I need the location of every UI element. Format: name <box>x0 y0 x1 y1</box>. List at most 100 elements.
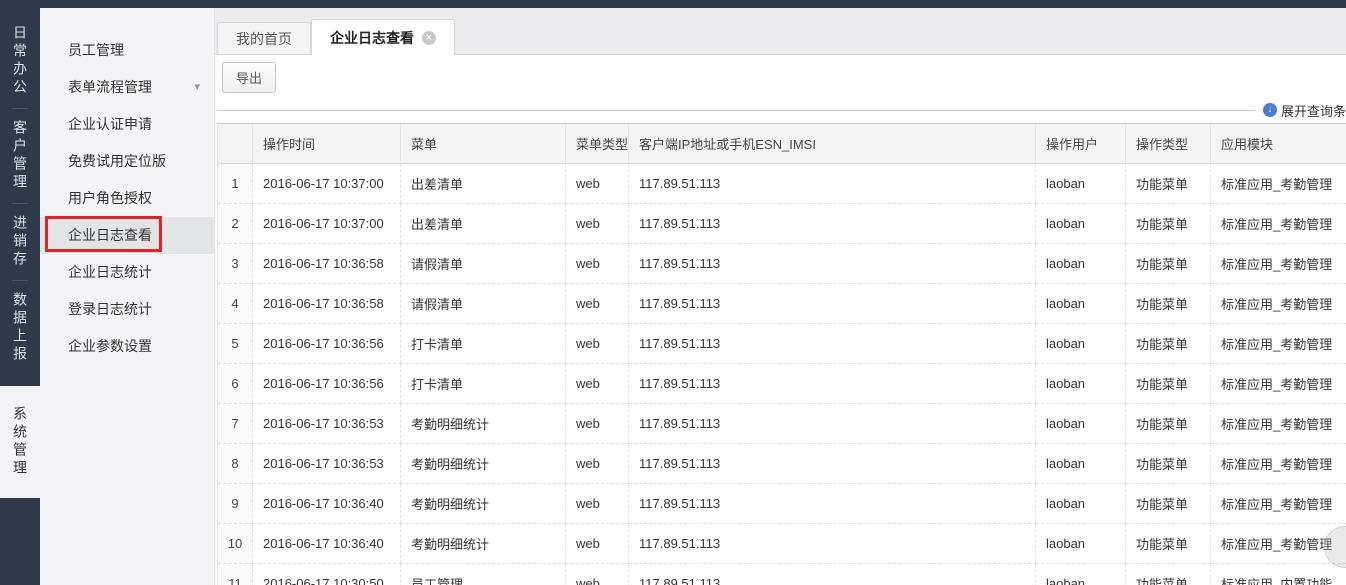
table-cell: laoban <box>1035 403 1126 444</box>
table-cell: web <box>565 163 629 204</box>
table-row[interactable]: 3 2016-06-17 10:36:58 请假清单 web 117.89.51.113… <box>217 243 1346 284</box>
tab-active[interactable]: 企业日志查看 × <box>311 19 455 55</box>
table-cell: 117.89.51.113 <box>628 403 1036 444</box>
table-cell: 标准应用_考勤管理 <box>1210 243 1346 284</box>
secondary-sidebar-item[interactable]: 企业认证申请 <box>40 106 214 143</box>
table-cell: 117.89.51.113 <box>628 563 1036 585</box>
sidebar-divider <box>12 203 28 204</box>
table-cell: 考勤明细统计 <box>400 523 566 564</box>
table-cell: laoban <box>1035 243 1126 284</box>
log-table-body: 1 2016-06-17 10:37:00 出差清单 web 117.89.51.113… <box>217 163 1346 585</box>
table-cell: 标准应用_考勤管理 <box>1210 443 1346 484</box>
tab-bar: 我的首页 企业日志查看 × <box>215 8 1346 55</box>
table-cell: 出差清单 <box>400 163 566 204</box>
export-button[interactable]: 导出 <box>222 62 277 93</box>
table-row[interactable]: 4 2016-06-17 10:36:58 请假清单 web 117.89.51.113… <box>217 283 1346 324</box>
table-cell: 功能菜单 <box>1125 523 1211 564</box>
table-cell: 标准应用_考勤管理 <box>1210 163 1346 204</box>
primary-nav-label: 客户管理 <box>12 120 28 192</box>
sidebar-divider <box>12 108 28 109</box>
table-row[interactable]: 11 2016-06-17 10:30:50 员工管理 web 117.89.51.11… <box>217 563 1346 585</box>
table-cell: 功能菜单 <box>1125 403 1211 444</box>
app-window: 日常办公客户管理进销存数据上报系统管理 员工管理 ▾ 表单流程管理 企业认证申请免费试… <box>0 0 1346 585</box>
row-number-cell: 4 <box>217 283 253 324</box>
table-cell: 功能菜单 <box>1125 323 1211 364</box>
table-row[interactable]: 5 2016-06-17 10:36:56 打卡清单 web 117.89.51.113… <box>217 323 1346 364</box>
table-cell: 请假清单 <box>400 243 566 284</box>
row-number-cell: 3 <box>217 243 253 284</box>
table-cell: 2016-06-17 10:36:58 <box>252 283 401 324</box>
table-cell: web <box>565 203 629 244</box>
column-header <box>217 123 253 164</box>
secondary-sidebar-item[interactable]: 用户角色授权 <box>40 180 214 217</box>
table-cell: laoban <box>1035 283 1126 324</box>
primary-nav-group[interactable]: 客户管理 <box>10 120 30 192</box>
row-number-cell: 7 <box>217 403 253 444</box>
secondary-sidebar-item[interactable]: 登录日志统计 <box>40 291 214 328</box>
secondary-sidebar-item[interactable]: 免费试用定位版 <box>40 143 214 180</box>
table-row[interactable]: 10 2016-06-17 10:36:40 考勤明细统计 web 117.89.51.… <box>217 523 1346 564</box>
tab-close-icon[interactable]: × <box>422 30 436 45</box>
expand-query-link[interactable]: ↓ 展开查询条 <box>1262 101 1346 120</box>
table-cell: 考勤明细统计 <box>400 403 566 444</box>
table-cell: 117.89.51.113 <box>628 443 1036 484</box>
row-number-cell: 9 <box>217 483 253 524</box>
column-header: 菜单 <box>400 123 566 164</box>
table-cell: 117.89.51.113 <box>628 363 1036 404</box>
primary-nav-group[interactable]: 日常办公 <box>10 25 30 97</box>
table-row[interactable]: 1 2016-06-17 10:37:00 出差清单 web 117.89.51.113… <box>217 163 1346 204</box>
table-cell: 标准应用_考勤管理 <box>1210 483 1346 524</box>
secondary-sidebar-item-label: 免费试用定位版 <box>68 153 166 169</box>
row-number-cell: 2 <box>217 203 253 244</box>
primary-nav-group[interactable]: 进销存 <box>10 215 30 269</box>
table-cell: laoban <box>1035 523 1126 564</box>
primary-nav-label: 进销存 <box>12 215 28 269</box>
primary-nav-group[interactable]: 数据上报 <box>10 292 30 364</box>
table-cell: laoban <box>1035 203 1126 244</box>
secondary-sidebar-item-label: 企业日志查看 <box>68 227 152 243</box>
column-header: 客户端IP地址或手机ESN_IMSI <box>628 123 1036 164</box>
table-cell: 标准应用_考勤管理 <box>1210 323 1346 364</box>
table-cell: laoban <box>1035 443 1126 484</box>
table-cell: 2016-06-17 10:36:56 <box>252 363 401 404</box>
secondary-sidebar-item-label: 用户角色授权 <box>68 190 152 206</box>
primary-sidebar: 日常办公客户管理进销存数据上报系统管理 <box>0 0 40 585</box>
table-cell: 打卡清单 <box>400 363 566 404</box>
table-cell: web <box>565 363 629 404</box>
table-row[interactable]: 8 2016-06-17 10:36:53 考勤明细统计 web 117.89.51.1… <box>217 443 1346 484</box>
row-number-cell: 6 <box>217 363 253 404</box>
table-cell: web <box>565 523 629 564</box>
table-cell: 2016-06-17 10:36:56 <box>252 323 401 364</box>
table-cell: 117.89.51.113 <box>628 283 1036 324</box>
primary-nav-group-active[interactable]: 系统管理 <box>0 386 40 498</box>
table-cell: laoban <box>1035 483 1126 524</box>
row-number-cell: 5 <box>217 323 253 364</box>
table-row[interactable]: 2 2016-06-17 10:37:00 出差清单 web 117.89.51.113… <box>217 203 1346 244</box>
secondary-sidebar-item[interactable]: 企业日志统计 <box>40 254 214 291</box>
sidebar-divider <box>12 280 28 281</box>
row-number-cell: 10 <box>217 523 253 564</box>
column-header: 操作用户 <box>1035 123 1126 164</box>
table-cell: 117.89.51.113 <box>628 163 1036 204</box>
secondary-sidebar-item[interactable]: 企业参数设置 <box>40 328 214 365</box>
table-cell: 功能菜单 <box>1125 243 1211 284</box>
table-row[interactable]: 6 2016-06-17 10:36:56 打卡清单 web 117.89.51.113… <box>217 363 1346 404</box>
table-row[interactable]: 7 2016-06-17 10:36:53 考勤明细统计 web 117.89.51.1… <box>217 403 1346 444</box>
table-cell: web <box>565 283 629 324</box>
toolbar: 导出 <box>215 55 1346 93</box>
table-cell: 功能菜单 <box>1125 203 1211 244</box>
secondary-sidebar-item[interactable]: 企业日志查看 <box>40 216 214 254</box>
secondary-sidebar-item[interactable]: 员工管理 <box>40 32 214 69</box>
tab-inactive[interactable]: 我的首页 <box>217 22 311 54</box>
table-cell: laoban <box>1035 363 1126 404</box>
table-cell: web <box>565 323 629 364</box>
table-cell: laoban <box>1035 563 1126 585</box>
tab-label: 企业日志查看 <box>330 29 414 46</box>
secondary-sidebar-item[interactable]: ▾ 表单流程管理 <box>40 69 214 106</box>
table-cell: 标准应用_内置功能 <box>1210 563 1346 585</box>
query-condition-row: ↓ 展开查询条 <box>217 101 1346 119</box>
primary-nav-label: 系统管理 <box>12 406 28 478</box>
column-header: 操作类型 <box>1125 123 1211 164</box>
table-cell: 功能菜单 <box>1125 443 1211 484</box>
table-row[interactable]: 9 2016-06-17 10:36:40 考勤明细统计 web 117.89.51.1… <box>217 483 1346 524</box>
